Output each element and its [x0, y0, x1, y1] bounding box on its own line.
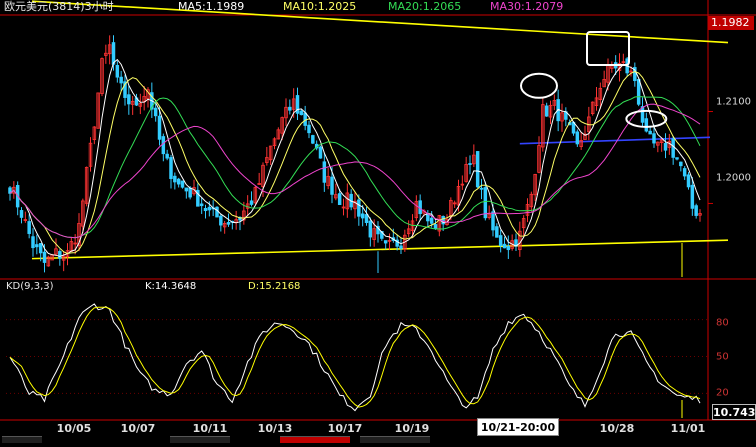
kd-k-value: K:14.3648: [145, 281, 197, 292]
candle-body: [299, 110, 304, 116]
candle-body: [226, 222, 231, 225]
candle-body: [35, 244, 39, 248]
date-tick-label: 10/28: [599, 422, 635, 435]
candle-body: [360, 213, 365, 219]
candle-body: [111, 42, 116, 65]
candle-body: [648, 130, 652, 135]
ma20-readout: MA20:1.2065: [388, 0, 462, 13]
candle-body: [498, 235, 503, 247]
date-tick-label: 10/11: [192, 422, 228, 435]
candle-body: [491, 211, 495, 231]
candle-body: [19, 210, 24, 218]
candle-body: [640, 106, 645, 123]
candle-body: [176, 178, 181, 185]
kd-tick-label: 80: [716, 317, 729, 329]
date-tick-label: 10/19: [394, 422, 430, 435]
sheet-tab[interactable]: [2, 436, 42, 443]
candle-body: [433, 224, 438, 229]
candle-body: [575, 131, 580, 145]
candle-body: [58, 251, 62, 259]
candle-body: [169, 157, 173, 179]
candle-body: [502, 243, 507, 249]
candle-body: [337, 193, 342, 205]
candle-body: [322, 161, 327, 183]
candle-body: [180, 180, 185, 188]
candle-body: [165, 153, 169, 159]
sheet-tab[interactable]: [280, 436, 350, 443]
price-tick-label: 1.2000: [716, 172, 751, 184]
candle-body: [644, 118, 649, 132]
crosshair-time-label[interactable]: 10/21-20:00: [477, 418, 559, 436]
kd-indicator-name: KD(9,3,3): [6, 281, 54, 292]
candle-body: [636, 79, 641, 105]
candle-body: [468, 163, 472, 165]
candle-body: [652, 133, 656, 144]
candle-body: [184, 187, 189, 192]
candle-body: [119, 76, 123, 84]
candle-body: [694, 205, 698, 216]
candle-body: [368, 220, 373, 238]
kd-d-value: D:15.2168: [248, 281, 301, 292]
candle-body: [475, 151, 480, 188]
candle-body: [544, 105, 549, 117]
sheet-tab[interactable]: [360, 436, 430, 443]
sheet-tab[interactable]: [170, 436, 230, 443]
candle-body: [203, 208, 208, 212]
chart-window: 欧元美元(3814)3小时 MA5:1.1989 MA10:1.2025 MA2…: [0, 0, 756, 443]
candle-body: [215, 206, 219, 218]
date-tick-label: 11/01: [670, 422, 706, 435]
candle-body: [663, 142, 668, 151]
ma10-readout: MA10:1.2025: [283, 0, 357, 13]
crosshair-value-readout: 10.743: [712, 404, 756, 420]
candle-body: [153, 107, 158, 117]
candle-body: [429, 217, 434, 224]
ma5-readout: MA5:1.1989: [178, 0, 245, 13]
date-tick-label: 10/13: [257, 422, 293, 435]
candle-body: [173, 175, 177, 183]
candle-body: [675, 157, 679, 160]
candle-body: [199, 203, 204, 207]
date-tick-label: 10/05: [56, 422, 92, 435]
kd-tick-label: 50: [716, 351, 729, 363]
candle-body: [495, 226, 499, 238]
ma30-readout: MA30:1.2079: [490, 0, 564, 13]
candle-body: [330, 176, 334, 195]
price-tick-label: 1.2100: [716, 96, 751, 108]
candle-body: [303, 112, 307, 126]
candle-body: [357, 199, 361, 217]
candle-body: [506, 245, 511, 251]
candle-body: [219, 215, 223, 226]
candle-body: [188, 187, 192, 198]
candle-body: [690, 184, 695, 209]
candle-body: [161, 136, 166, 155]
chart-svg: [0, 0, 756, 443]
candle-body: [671, 138, 675, 158]
candle-body: [115, 64, 120, 78]
candle-body: [318, 146, 323, 159]
candle-body: [686, 174, 691, 188]
candle-body: [31, 236, 35, 249]
candle-body: [479, 187, 484, 190]
candle-body: [383, 240, 388, 244]
candle-body: [311, 135, 315, 144]
candle-body: [207, 206, 212, 211]
candle-body: [679, 161, 683, 167]
candle-body: [364, 214, 369, 224]
date-tick-label: 10/07: [120, 422, 156, 435]
candle-body: [27, 221, 31, 234]
candle-body: [682, 168, 687, 177]
kd-tick-label: 20: [716, 387, 729, 399]
candle-body: [249, 200, 254, 205]
date-tick-label: 10/17: [327, 422, 363, 435]
bottom-tab-strip: [0, 436, 756, 443]
candle-body: [38, 243, 43, 254]
candle-body: [288, 106, 292, 111]
candle-body: [399, 245, 403, 249]
candle-body: [42, 251, 47, 263]
last-price-tag: 1.1982: [708, 16, 754, 30]
candle-body: [157, 115, 162, 140]
symbol-title: 欧元美元(3814)3小时: [4, 0, 114, 13]
candle-body: [127, 94, 131, 105]
candle-body: [307, 124, 311, 134]
